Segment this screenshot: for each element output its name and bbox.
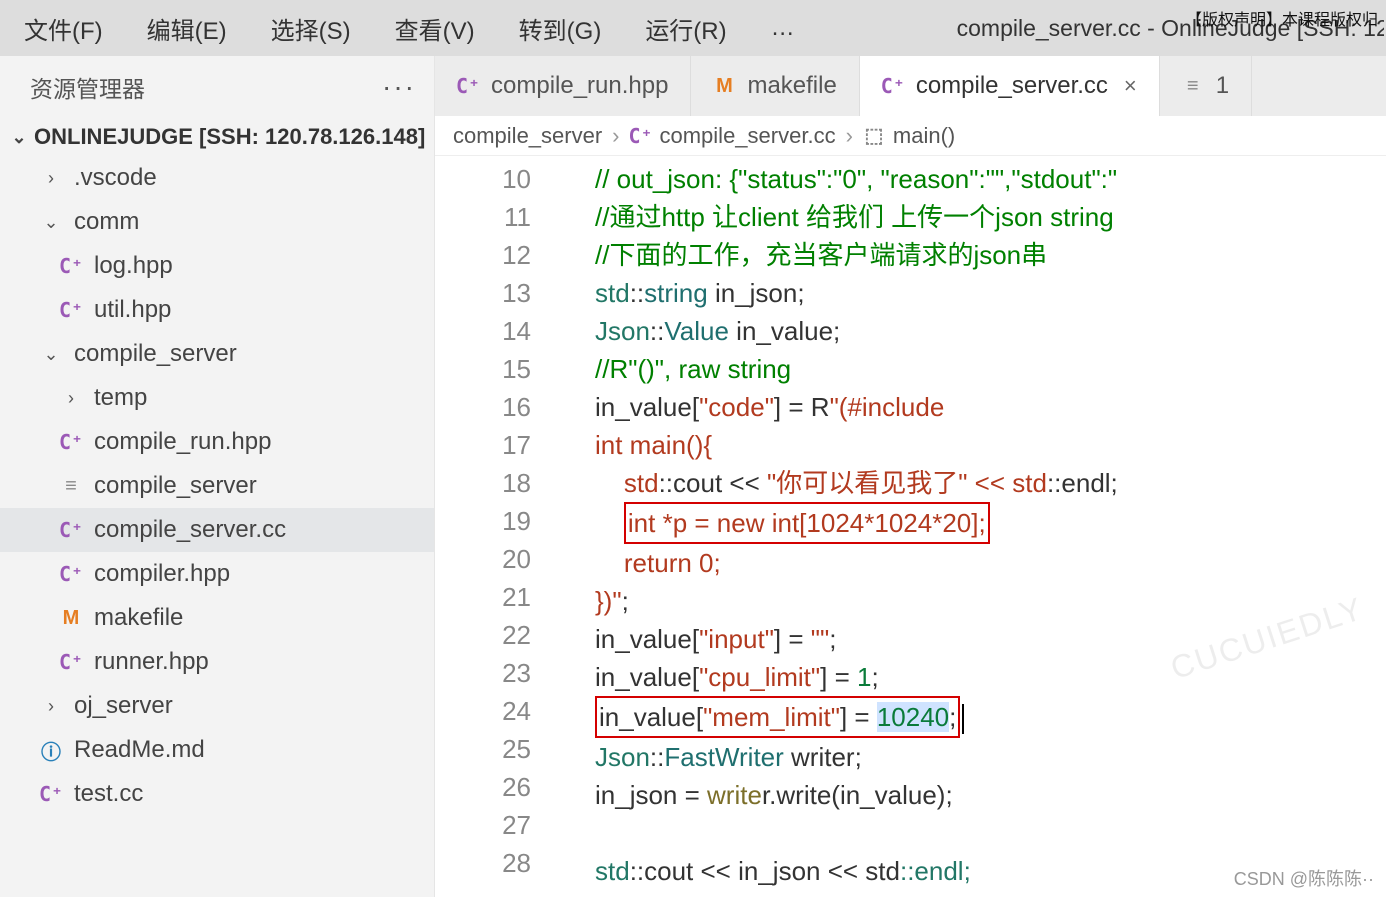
cpp-icon: C⁺: [58, 649, 84, 675]
tree-item-label: test.cc: [74, 780, 143, 808]
code-content[interactable]: // out_json: {"status":"0", "reason":"",…: [585, 156, 1386, 897]
cpp-icon: C⁺: [58, 561, 84, 587]
tab-label: compile_server.cc: [916, 72, 1108, 100]
breadcrumbs[interactable]: compile_server › C⁺ compile_server.cc › …: [435, 116, 1386, 156]
editor-tab[interactable]: C⁺ compile_run.hpp: [435, 56, 691, 116]
tab-bar: C⁺ compile_run.hpp Mmakefile C⁺ compile_serv…: [435, 56, 1386, 116]
menu-edit[interactable]: 编辑(E): [125, 11, 249, 46]
chevron-down-icon: ⌄: [10, 127, 28, 148]
tree-item[interactable]: C⁺ compiler.hpp: [0, 552, 434, 596]
tree-item-label: log.hpp: [94, 252, 173, 280]
cpp-icon: C⁺: [58, 253, 84, 279]
tree-item-label: compile_server: [94, 472, 257, 500]
menu-run[interactable]: 运行(R): [623, 11, 748, 46]
tree-item[interactable]: › .vscode: [0, 156, 434, 200]
chevron-down-icon: ⌄: [38, 209, 64, 235]
tree-item[interactable]: C⁺ compile_run.hpp: [0, 420, 434, 464]
editor-tab[interactable]: ≡1: [1160, 56, 1252, 116]
chevron-down-icon: ⌄: [38, 341, 64, 367]
chevron-right-icon: ›: [38, 165, 64, 191]
sidebar-actions[interactable]: ···: [382, 71, 416, 103]
crumb-folder[interactable]: compile_server: [453, 123, 602, 149]
cpp-icon: C⁺: [38, 781, 64, 807]
editor: C⁺compile_run.hppMmakefileC⁺compile_serv…: [435, 56, 1386, 897]
mk-icon: M: [58, 605, 84, 631]
tree-item[interactable]: C⁺ log.hpp: [0, 244, 434, 288]
cpp-icon: C⁺: [58, 517, 84, 543]
tree-item[interactable]: C⁺ util.hpp: [0, 288, 434, 332]
chevron-right-icon: ›: [58, 385, 84, 411]
crumb-symbol[interactable]: main(): [893, 123, 955, 149]
sidebar-title: 资源管理器: [30, 70, 382, 104]
tree-item[interactable]: ⓘ ReadMe.md: [0, 728, 434, 772]
menu-bar: 文件(F) 编辑(E) 选择(S) 查看(V) 转到(G) 运行(R) … co…: [0, 0, 1386, 56]
tree-item[interactable]: Mmakefile: [0, 596, 434, 640]
crumb-file[interactable]: compile_server.cc: [660, 123, 836, 149]
cpp-icon: C⁺: [457, 73, 479, 99]
code-view[interactable]: 10111213141516171819202122232425262728 /…: [435, 156, 1386, 897]
symbol-icon: ⬚: [863, 123, 885, 149]
tree-item-label: util.hpp: [94, 296, 171, 324]
tree-item[interactable]: C⁺ test.cc: [0, 772, 434, 816]
tree-item[interactable]: › oj_server: [0, 684, 434, 728]
crumb-sep: ›: [846, 123, 853, 149]
menu-view[interactable]: 查看(V): [373, 11, 497, 46]
tab-label: 1: [1216, 72, 1229, 100]
editor-tab[interactable]: C⁺ compile_server.cc ×: [860, 56, 1160, 116]
tree-item-label: temp: [94, 384, 147, 412]
tree-item[interactable]: ⌄ compile_server: [0, 332, 434, 376]
tree-item-label: ReadMe.md: [74, 736, 205, 764]
mk-icon: M: [713, 73, 735, 99]
tree-item-label: oj_server: [74, 692, 173, 720]
file-tree: › .vscode ⌄ comm C⁺ log.hpp C⁺ util.hpp ⌄ compile…: [0, 156, 434, 816]
menu-file[interactable]: 文件(F): [2, 11, 125, 46]
tab-label: compile_run.hpp: [491, 72, 668, 100]
tree-item-label: compiler.hpp: [94, 560, 230, 588]
tree-item-label: makefile: [94, 604, 183, 632]
tree-item[interactable]: ⌄ comm: [0, 200, 434, 244]
tree-item[interactable]: ≡ compile_server: [0, 464, 434, 508]
watermark-top: 【版权声明】本课程版权归: [1186, 6, 1378, 30]
crumb-sep: ›: [612, 123, 619, 149]
txt-icon: ≡: [1182, 73, 1204, 99]
tree-item-label: .vscode: [74, 164, 157, 192]
cpp-icon: C⁺: [630, 123, 652, 149]
tree-item-label: compile_server: [74, 340, 237, 368]
line-gutter: 10111213141516171819202122232425262728: [435, 156, 555, 897]
tree-item[interactable]: › temp: [0, 376, 434, 420]
tree-item[interactable]: C⁺ compile_server.cc: [0, 508, 434, 552]
close-icon[interactable]: ×: [1124, 73, 1137, 99]
tree-item-label: comm: [74, 208, 139, 236]
menu-more[interactable]: …: [749, 14, 817, 42]
project-name: ONLINEJUDGE [SSH: 120.78.126.148]: [34, 124, 425, 150]
chevron-right-icon: ›: [38, 693, 64, 719]
tree-item[interactable]: C⁺ runner.hpp: [0, 640, 434, 684]
cpp-icon: C⁺: [58, 297, 84, 323]
editor-tab[interactable]: Mmakefile: [691, 56, 859, 116]
cpp-icon: C⁺: [882, 73, 904, 99]
project-header[interactable]: ⌄ ONLINEJUDGE [SSH: 120.78.126.148]: [0, 118, 434, 156]
sidebar: 资源管理器 ··· ⌄ ONLINEJUDGE [SSH: 120.78.126…: [0, 56, 435, 897]
txt-icon: ≡: [58, 473, 84, 499]
info-icon: ⓘ: [38, 737, 64, 763]
tab-label: makefile: [747, 72, 836, 100]
menu-select[interactable]: 选择(S): [249, 11, 373, 46]
cpp-icon: C⁺: [58, 429, 84, 455]
tree-item-label: runner.hpp: [94, 648, 209, 676]
tree-item-label: compile_server.cc: [94, 516, 286, 544]
menu-goto[interactable]: 转到(G): [497, 11, 624, 46]
tree-item-label: compile_run.hpp: [94, 428, 271, 456]
